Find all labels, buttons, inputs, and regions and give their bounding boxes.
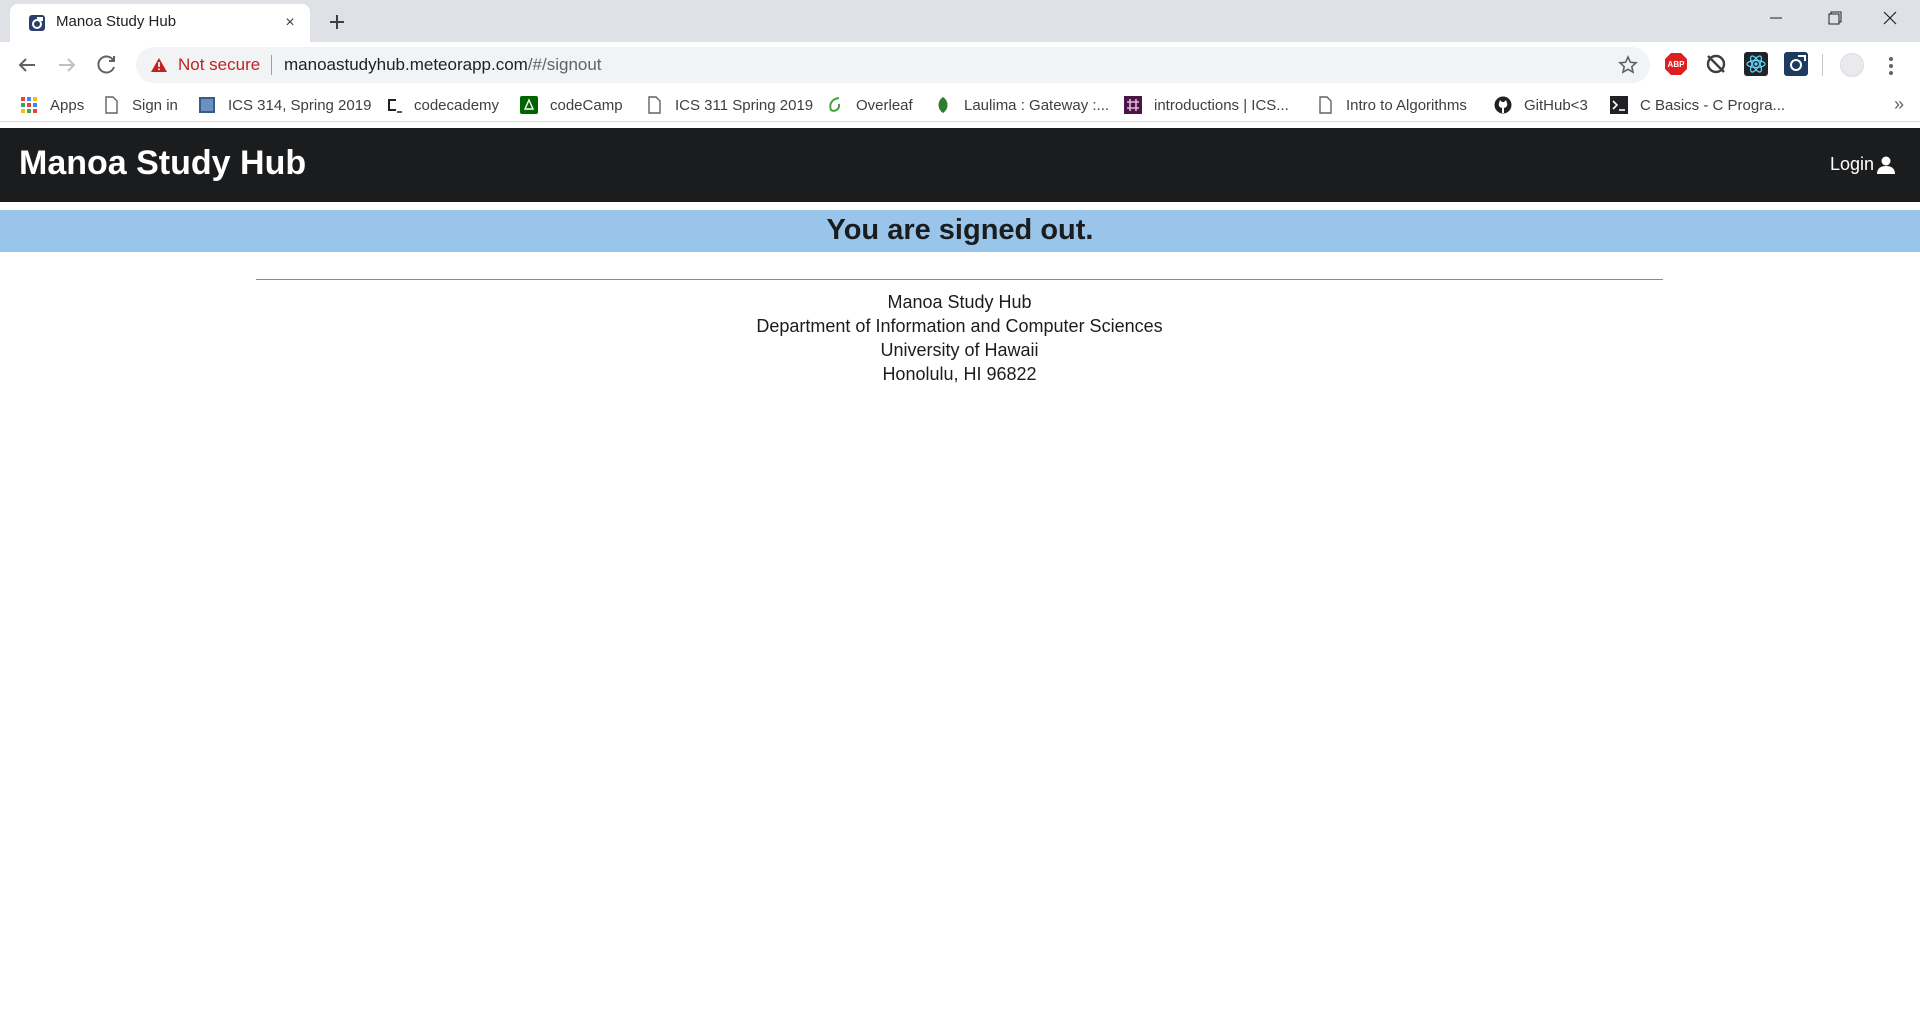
bookmark-label: codecademy [414, 96, 500, 114]
signout-banner: You are signed out. [0, 210, 1920, 252]
footer-line: University of Hawaii [880, 340, 1039, 360]
forward-icon[interactable] [53, 51, 81, 79]
bookmark-label: ICS 314, Spring 2019 [228, 96, 372, 114]
page-icon [1319, 96, 1332, 114]
bookmark-ics314[interactable]: ICS 314, Spring 2019 [198, 93, 371, 117]
bookmark-github[interactable]: GitHub<3 [1494, 93, 1588, 117]
bookmark-codecamp[interactable]: codeCamp [520, 93, 623, 117]
bookmark-label: Intro to Algorithms [1346, 96, 1467, 114]
adblock-icon[interactable]: ABP [1664, 52, 1688, 76]
bookmark-c-basics[interactable]: C Basics - C Progra... [1610, 93, 1785, 117]
svg-text:ABP: ABP [1668, 60, 1686, 69]
bookmark-sign-in[interactable]: Sign in [102, 93, 178, 117]
footer-line: Manoa Study Hub [887, 292, 1032, 312]
bookmark-label: C Basics - C Progra... [1640, 96, 1786, 114]
address-bar[interactable]: Not secure manoastudyhub.meteorapp.com/#… [136, 47, 1650, 83]
browser-tab[interactable]: Manoa Study Hub × [10, 4, 310, 42]
square-site-icon [199, 97, 215, 113]
profile-avatar-icon[interactable] [1840, 53, 1864, 77]
bookmark-laulima[interactable]: Laulima : Gateway :... [934, 93, 1109, 117]
tab-title: Manoa Study Hub [56, 13, 177, 30]
freecodecamp-icon [520, 96, 538, 114]
bookmark-ics311[interactable]: ICS 311 Spring 2019 [645, 93, 813, 117]
tab-close-icon[interactable]: × [280, 13, 300, 33]
page-icon [648, 96, 661, 114]
bookmark-label: codeCamp [550, 96, 623, 114]
url-host: manoastudyhub.meteorapp.com [284, 55, 528, 74]
login-dropdown[interactable]: Login [1830, 154, 1896, 175]
tab-strip: Manoa Study Hub × [0, 0, 1920, 42]
footer-line: Department of Information and Computer S… [756, 316, 1163, 336]
browser-toolbar: Not secure manoastudyhub.meteorapp.com/#… [0, 42, 1920, 88]
site-favicon-icon [29, 15, 45, 31]
bookmarks-bar: Apps Sign in ICS 314, Spring 2019 codeca… [0, 88, 1920, 122]
meteor-devtools-icon[interactable] [1784, 52, 1808, 76]
brand-title[interactable]: Manoa Study Hub [19, 144, 306, 183]
url-text[interactable]: manoastudyhub.meteorapp.com/#/signout [284, 55, 602, 75]
warning-icon[interactable] [150, 57, 168, 73]
bookmark-label: Laulima : Gateway :... [964, 96, 1110, 114]
sync-icon[interactable] [1704, 52, 1728, 76]
omnibox-divider [271, 55, 272, 75]
toolbar-divider [1822, 54, 1823, 76]
page-icon [105, 96, 118, 114]
login-label: Login [1829, 154, 1874, 174]
bookmark-label: ICS 311 Spring 2019 [675, 96, 814, 114]
not-secure-label[interactable]: Not secure [178, 55, 260, 75]
laulima-icon [938, 97, 948, 113]
bookmark-label: GitHub<3 [1524, 96, 1588, 114]
bookmark-star-icon[interactable] [1618, 55, 1638, 75]
app-navbar: Manoa Study Hub Login [0, 128, 1920, 202]
bookmark-introductions[interactable]: introductions | ICS... [1124, 93, 1289, 117]
footer-line: Honolulu, HI 96822 [882, 364, 1037, 384]
signout-message: You are signed out. [826, 214, 1094, 246]
codecademy-icon [388, 99, 402, 113]
github-icon [1494, 96, 1512, 114]
bookmark-overleaf[interactable]: Overleaf [826, 93, 913, 117]
reload-icon[interactable] [93, 51, 121, 79]
overleaf-icon [829, 97, 841, 112]
bookmark-label: Sign in [132, 96, 178, 114]
url-path: /#/signout [527, 55, 602, 74]
slack-icon [1124, 96, 1142, 114]
back-icon[interactable] [13, 51, 41, 79]
react-devtools-icon[interactable] [1744, 52, 1768, 76]
terminal-icon [1610, 96, 1628, 114]
bookmark-intro-algorithms[interactable]: Intro to Algorithms [1316, 93, 1467, 117]
bookmark-label: introductions | ICS... [1154, 96, 1289, 114]
new-tab-icon[interactable] [324, 9, 350, 35]
bookmark-label: Apps [50, 96, 85, 114]
minimize-icon[interactable] [1748, 0, 1804, 36]
close-window-icon[interactable] [1862, 0, 1918, 36]
bookmarks-overflow-icon[interactable]: » [1894, 94, 1904, 115]
apps-grid-icon [21, 97, 37, 113]
user-icon [1877, 156, 1895, 174]
browser-menu-icon[interactable] [1884, 54, 1898, 78]
page-footer: Manoa Study Hub Department of Informatio… [256, 279, 1663, 386]
bookmark-codecademy[interactable]: codecademy [384, 93, 499, 117]
restore-icon[interactable] [1806, 0, 1862, 36]
bookmark-apps[interactable]: Apps [20, 93, 84, 117]
bookmark-label: Overleaf [856, 96, 913, 114]
